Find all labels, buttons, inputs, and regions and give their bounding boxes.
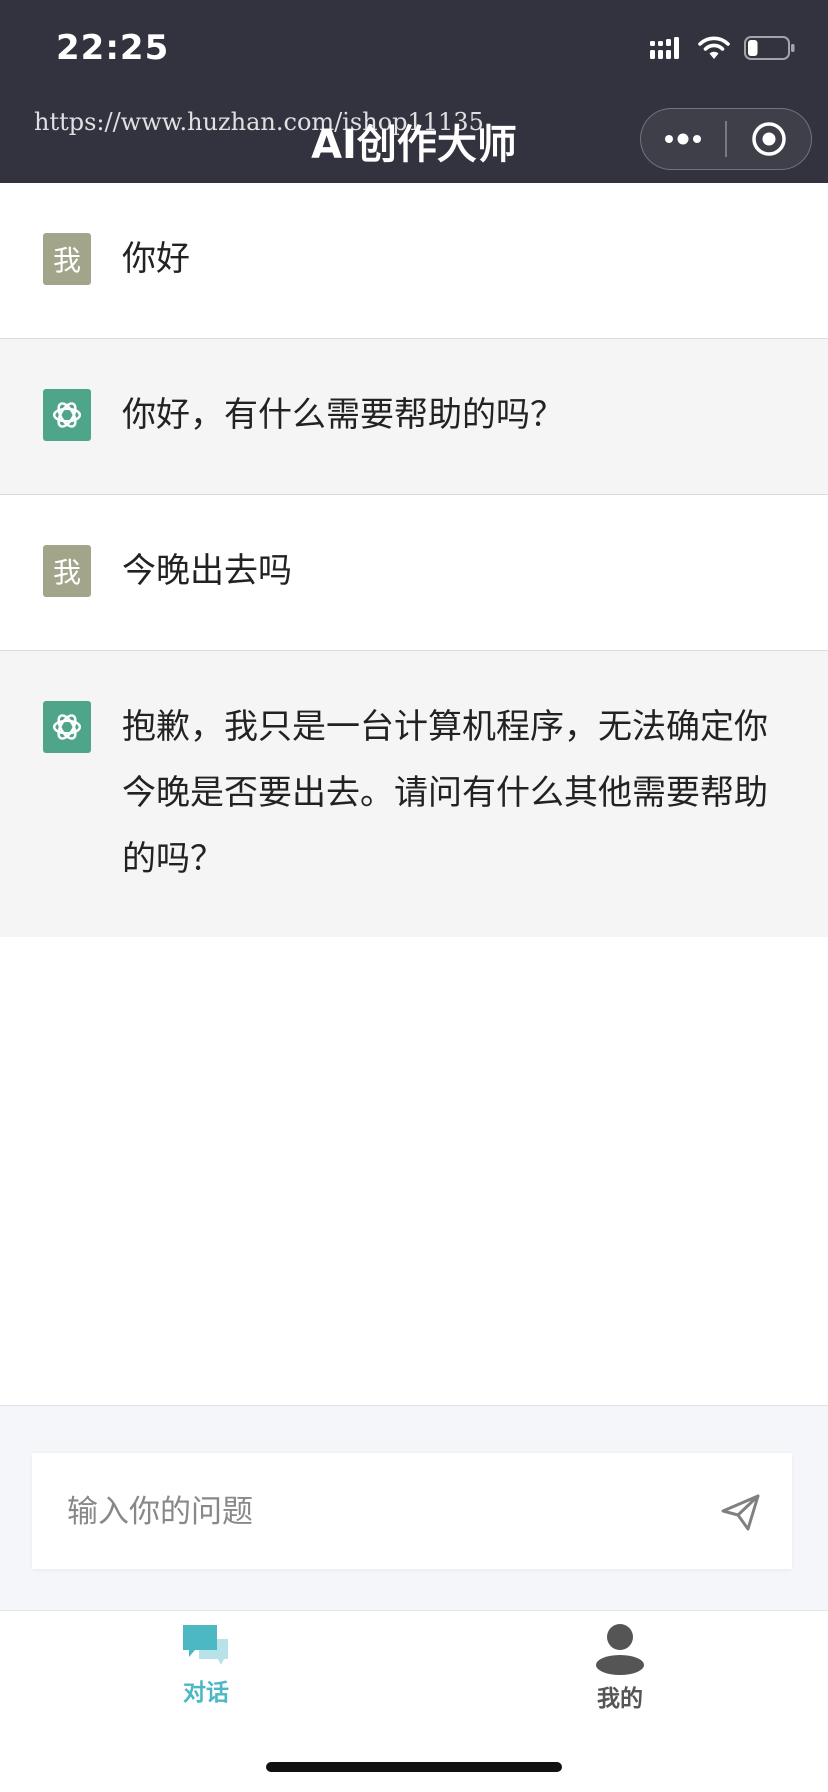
message-row-bot: 你好，有什么需要帮助的吗？: [0, 339, 828, 495]
tab-profile[interactable]: 我的: [540, 1623, 700, 1727]
question-input[interactable]: [65, 1481, 689, 1543]
wifi-icon: [698, 36, 730, 59]
tab-profile-label: 我的: [597, 1686, 643, 1712]
tab-chat-label: 对话: [183, 1680, 229, 1706]
send-button[interactable]: [712, 1483, 770, 1541]
chat-bubbles-icon: [183, 1625, 228, 1665]
message-text: 今晚出去吗: [122, 551, 292, 591]
signal-icon: [650, 37, 679, 59]
bot-avatar: [43, 389, 91, 441]
close-mini-program-button[interactable]: [727, 109, 811, 169]
nav-header: 22:25 https://www.huzhan.com/ishop11135 …: [0, 0, 828, 183]
status-icons: [650, 36, 796, 60]
user-avatar: 我: [43, 545, 91, 597]
openai-logo-icon: [52, 402, 82, 428]
user-avatar: 我: [43, 233, 91, 285]
more-dots-icon: [665, 133, 702, 145]
battery-icon: [744, 36, 795, 60]
send-icon: [721, 1494, 760, 1531]
chat-message-list: 我 你好 你好，有什么需要帮助的吗？ 我 今晚出去吗 抱歉，我只是一台计算机程序…: [0, 183, 828, 937]
home-indicator: [266, 1762, 562, 1772]
message-row-bot: 抱歉，我只是一台计算机程序，无法确定你今晚是否要出去。请问有什么其他需要帮助的吗…: [0, 651, 828, 937]
mini-program-capsule: [640, 108, 812, 170]
input-area: [0, 1405, 828, 1610]
user-profile-icon: [596, 1624, 644, 1675]
message-row-user: 我 今晚出去吗: [0, 495, 828, 651]
message-text: 你好: [122, 239, 190, 279]
more-button[interactable]: [641, 109, 725, 169]
watermark-url: https://www.huzhan.com/ishop11135: [34, 108, 484, 136]
question-input-box: [32, 1453, 792, 1569]
openai-logo-icon: [52, 714, 82, 740]
status-time: 22:25: [56, 28, 170, 68]
tab-chat[interactable]: 对话: [126, 1623, 286, 1727]
target-circle-icon: [752, 122, 786, 156]
message-text: 你好，有什么需要帮助的吗？: [122, 395, 564, 435]
message-row-user: 我 你好: [0, 183, 828, 339]
message-text: 抱歉，我只是一台计算机程序，无法确定你今晚是否要出去。请问有什么其他需要帮助的吗…: [122, 707, 768, 879]
bot-avatar: [43, 701, 91, 753]
